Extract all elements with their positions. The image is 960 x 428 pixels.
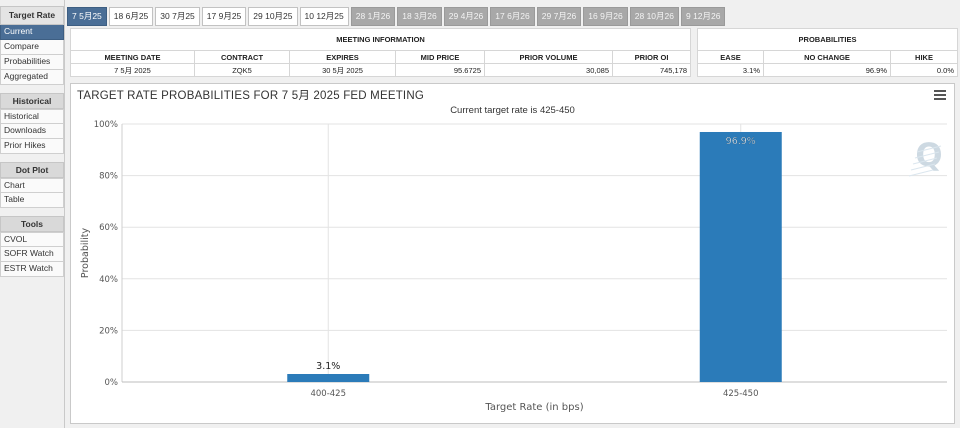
sidebar-item-current[interactable]: Current (0, 25, 64, 40)
hamburger-menu-icon[interactable] (934, 90, 946, 100)
meeting-date-tabs: 7 5月25 18 6月25 30 7月25 17 9月25 29 10月25 10 12… (67, 7, 726, 26)
table-row: 3.1% 96.9% 0.0% (697, 63, 958, 77)
meeting-tab[interactable]: 7 5月25 (67, 7, 107, 26)
no-change-value: 96.9% (763, 63, 891, 77)
hike-value: 0.0% (890, 63, 958, 77)
meeting-date-value: 7 5月 2025 (70, 63, 195, 77)
sidebar-heading[interactable]: Target Rate (0, 6, 64, 25)
y-tick-label: 80% (99, 172, 118, 182)
sidebar-item-cvol[interactable]: CVOL (0, 232, 64, 247)
y-tick-label: 100% (94, 120, 118, 130)
sidebar-item-prior-hikes[interactable]: Prior Hikes (0, 139, 64, 154)
sidebar-heading: Historical (0, 93, 64, 109)
meeting-tab[interactable]: 18 6月25 (108, 7, 154, 26)
header-prior-oi: PRIOR OI (611, 50, 692, 64)
header-mid-price: MID PRICE (395, 50, 485, 64)
sidebar-item-compare[interactable]: Compare (0, 40, 64, 55)
sidebar-item-downloads[interactable]: Downloads (0, 124, 64, 139)
meeting-tab[interactable]: 29 7月26 (536, 7, 582, 26)
contract-value: ZQK5 (194, 63, 290, 77)
table-row: 7 5月 2025 ZQK5 30 5月 2025 95.6725 30,085… (70, 63, 692, 77)
bar-425-450 (699, 131, 782, 382)
y-tick-label: 20% (99, 326, 118, 336)
meeting-tab[interactable]: 10 12月25 (299, 7, 349, 26)
y-tick-label: 60% (99, 223, 118, 233)
x-tick-label: 425-450 (723, 389, 759, 399)
ease-value: 3.1% (697, 63, 764, 77)
meeting-tab[interactable]: 30 7月25 (155, 7, 200, 26)
meeting-tab[interactable]: 16 9月26 (583, 7, 628, 26)
header-expires: EXPIRES (289, 50, 396, 64)
prior-oi-value: 745,178 (611, 63, 692, 77)
bar-400-425 (287, 374, 370, 382)
sidebar-item-table[interactable]: Table (0, 193, 64, 208)
chart-panel: 0% 20% 40% 60% 80% 100% 3.1% 400-425 96.9% 425-45… (70, 83, 955, 424)
expires-value: 30 5月 2025 (289, 63, 396, 77)
header-meeting-date: MEETING DATE (70, 50, 195, 64)
prior-volume-value: 30,085 (484, 63, 613, 77)
sidebar-item-sofr-watch[interactable]: SOFR Watch (0, 247, 64, 262)
sidebar-heading: Tools (0, 216, 64, 232)
mid-price-value: 95.6725 (395, 63, 485, 77)
meeting-information-table: MEETING INFORMATION MEETING DATE CONTRAC… (69, 28, 692, 77)
chart-subtitle: Current target rate is 425-450 (450, 105, 575, 116)
meeting-tab[interactable]: 29 4月26 (443, 7, 489, 26)
meeting-tab[interactable]: 28 1月26 (350, 7, 396, 26)
header-ease: EASE (697, 50, 764, 64)
sidebar-item-probabilities[interactable]: Probabilities (0, 55, 64, 70)
sidebar-item-estr-watch[interactable]: ESTR Watch (0, 262, 64, 277)
chart-title: TARGET RATE PROBABILITIES FOR 7 5月 2025 … (77, 90, 424, 102)
y-tick-label: 0% (105, 378, 119, 388)
sidebar-heading: Dot Plot (0, 162, 64, 178)
meeting-tab[interactable]: 17 6月26 (490, 7, 535, 26)
meeting-tab[interactable]: 29 10月25 (248, 7, 298, 26)
header-hike: HIKE (890, 50, 958, 64)
meeting-tab[interactable]: 9 12月26 (680, 7, 726, 26)
meeting-tab[interactable]: 18 3月26 (397, 7, 442, 26)
header-prior-volume: PRIOR VOLUME (484, 50, 613, 64)
meeting-tab[interactable]: 17 9月25 (201, 7, 247, 26)
probabilities-heading: PROBABILITIES (697, 28, 958, 51)
x-tick-label: 400-425 (310, 389, 346, 399)
probability-bar-chart: 0% 20% 40% 60% 80% 100% 3.1% 400-425 96.9% 425-45… (80, 120, 947, 413)
y-tick-label: 40% (99, 275, 118, 285)
sidebar-item-historical[interactable]: Historical (0, 109, 64, 124)
x-axis-title: Target Rate (in bps) (484, 402, 583, 413)
header-no-change: NO CHANGE (763, 50, 891, 64)
probabilities-table: PROBABILITIES EASE NO CHANGE HIKE 3.1% 9… (697, 28, 958, 77)
meeting-information-heading: MEETING INFORMATION (69, 28, 692, 51)
sidebar-item-aggregated[interactable]: Aggregated (0, 70, 64, 85)
header-contract: CONTRACT (194, 50, 290, 64)
bar-data-label: 3.1% (316, 361, 340, 372)
y-axis-title: Probability (80, 228, 91, 279)
bar-data-label: 96.9% (726, 136, 756, 147)
sidebar-nav: Target Rate Current Compare Probabilities Ag… (0, 0, 64, 428)
meeting-tab[interactable]: 28 10月26 (629, 7, 679, 26)
sidebar-divider (64, 0, 65, 428)
sidebar-item-chart[interactable]: Chart (0, 178, 64, 193)
